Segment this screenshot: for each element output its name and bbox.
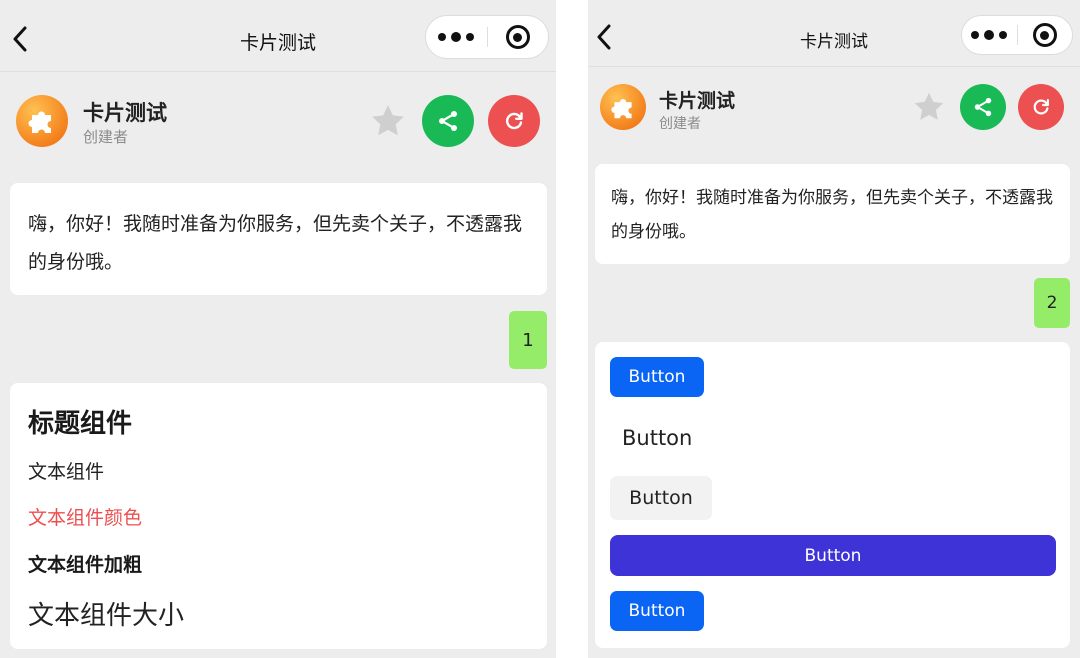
primary-button-small[interactable]: Button <box>610 591 704 631</box>
target-circle-icon <box>505 25 530 49</box>
secondary-button[interactable]: Button <box>610 476 712 520</box>
avatar <box>600 84 646 130</box>
star-icon <box>914 92 944 120</box>
bot-role: 创建者 <box>83 128 129 146</box>
bot-name: 卡片测试 <box>659 90 736 112</box>
navigation-bar: 卡片测试 <box>588 0 1080 67</box>
miniprogram-capsule <box>425 15 549 59</box>
colored-text-component: 文本组件颜色 <box>28 507 143 529</box>
reset-button[interactable] <box>1018 84 1064 130</box>
close-button[interactable] <box>488 25 549 49</box>
text-component: 文本组件 <box>28 461 105 483</box>
favorite-button[interactable] <box>362 95 414 147</box>
primary-button[interactable]: Button <box>610 357 704 397</box>
close-button[interactable] <box>1018 23 1073 47</box>
reset-button[interactable] <box>488 95 540 147</box>
welcome-text: 嗨，你好！我随时准备为你服务，但先卖个关子，不透露我的身份哦。 <box>611 188 1053 242</box>
star-icon <box>372 105 404 136</box>
favorite-button[interactable] <box>906 84 952 130</box>
bot-welcome-message: 嗨，你好！我随时准备为你服务，但先卖个关子，不透露我的身份哦。 <box>10 183 547 295</box>
large-text-component: 文本组件大小 <box>28 601 185 631</box>
bot-header: 卡片测试 创建者 <box>0 95 556 147</box>
more-dots-icon[interactable] <box>426 32 487 42</box>
bold-text-component: 文本组件加粗 <box>28 554 143 576</box>
avatar <box>16 95 68 147</box>
bot-name: 卡片测试 <box>83 101 167 125</box>
user-message-bubble: 1 <box>509 311 547 369</box>
block-button[interactable]: Button <box>610 535 1056 576</box>
bot-role: 创建者 <box>659 116 701 132</box>
miniprogram-capsule <box>961 15 1073 55</box>
buttons-card: Button Button Button Button Button <box>595 342 1070 648</box>
right-phone-screen: 卡片测试 卡片测试 创建者 嗨，你好！我随时准备为你服务，但先卖个关子，不透露我… <box>588 0 1080 658</box>
components-card: 标题组件 文本组件 文本组件颜色 文本组件加粗 文本组件大小 <box>10 383 547 649</box>
puzzle-piece-icon <box>610 98 632 118</box>
refresh-icon <box>506 112 523 130</box>
bot-header: 卡片测试 创建者 <box>588 84 1080 132</box>
navigation-bar: 卡片测试 <box>0 0 556 72</box>
share-icon <box>974 97 992 117</box>
more-dots-icon[interactable] <box>962 30 1017 40</box>
title-component: 标题组件 <box>28 409 133 439</box>
text-button[interactable]: Button <box>610 416 720 460</box>
refresh-icon <box>1033 99 1049 115</box>
share-button[interactable] <box>422 95 474 147</box>
user-message-bubble: 2 <box>1034 278 1070 328</box>
share-icon <box>439 111 457 131</box>
bot-welcome-message: 嗨，你好！我随时准备为你服务，但先卖个关子，不透露我的身份哦。 <box>595 164 1070 264</box>
share-button[interactable] <box>960 84 1006 130</box>
target-circle-icon <box>1032 23 1057 47</box>
left-phone-screen: 卡片测试 卡片测试 创建者 嗨，你好！我随时准备为你服务，但先卖个关子，不透露我… <box>0 0 556 658</box>
welcome-text: 嗨，你好！我随时准备为你服务，但先卖个关子，不透露我的身份哦。 <box>28 213 523 273</box>
puzzle-piece-icon <box>28 111 51 133</box>
